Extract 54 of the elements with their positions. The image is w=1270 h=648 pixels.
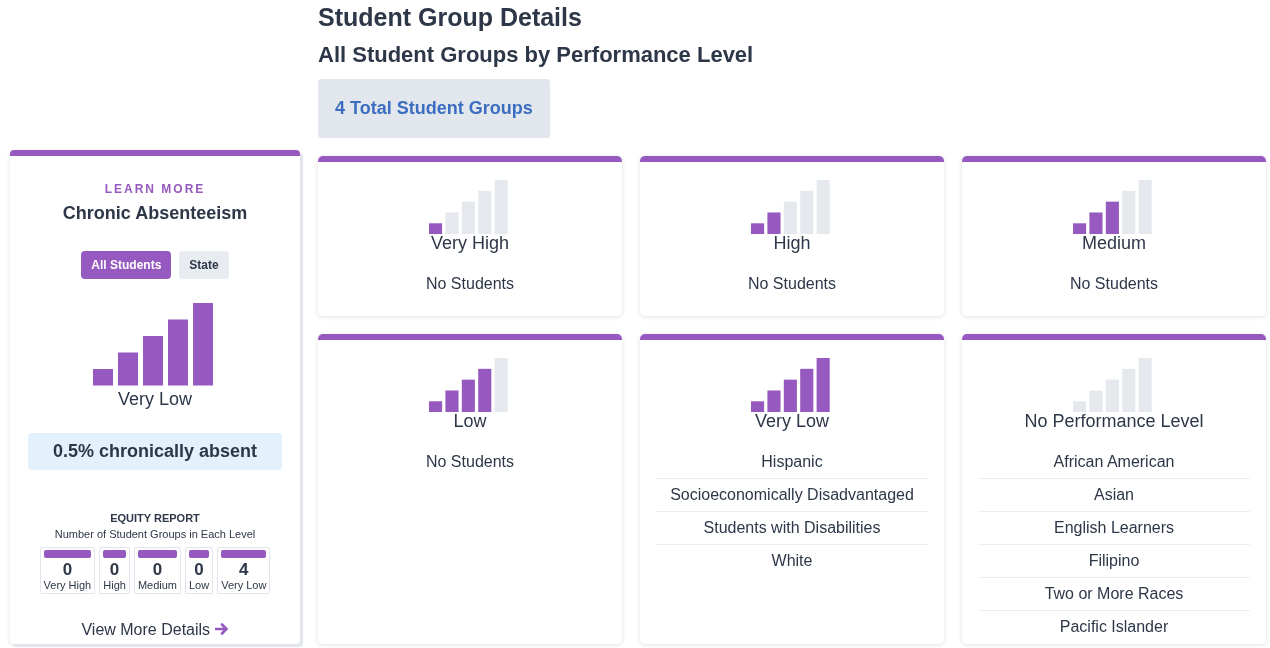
level-label: Very High xyxy=(429,234,510,254)
count-value: 4 xyxy=(238,560,250,580)
empty-message: No Students xyxy=(424,451,516,472)
count-value: 0 xyxy=(151,560,164,580)
student-group-item: English Learners xyxy=(978,511,1250,545)
student-group-item: Socioeconomically Disadvantaged xyxy=(656,478,928,512)
toggle-button[interactable]: State xyxy=(179,251,229,279)
empty-message: No Students xyxy=(424,273,516,294)
level-label: Very Low xyxy=(753,412,830,432)
performance-gauge-icon xyxy=(751,180,833,235)
level-label: High xyxy=(103,579,126,592)
performance-gauge-icon xyxy=(429,180,511,235)
arrow-right-icon xyxy=(214,622,229,637)
details-link[interactable]: View More Details xyxy=(81,621,229,639)
level-label: Medium xyxy=(137,579,177,592)
performance-gauge-icon xyxy=(751,358,833,413)
level-label: Medium xyxy=(1081,234,1147,254)
toggle-button[interactable]: All Students xyxy=(81,251,172,279)
student-group-item: Filipino xyxy=(978,544,1250,578)
count-value: 0 xyxy=(108,560,121,580)
student-group-item: White xyxy=(770,550,814,571)
level-label: Very Low xyxy=(221,579,267,592)
level-bar xyxy=(43,549,92,558)
student-group-item: Two or More Races xyxy=(978,577,1250,611)
level-label: Very Low xyxy=(116,387,193,411)
level-label: Low xyxy=(189,579,210,592)
student-group-item: African American xyxy=(978,445,1250,479)
total-count-banner: 4 Total Student Groups xyxy=(318,79,550,138)
page-title: Student Group Details xyxy=(318,2,583,32)
level-bar xyxy=(221,549,267,558)
performance-gauge-icon xyxy=(1073,358,1155,413)
count-value: 0 xyxy=(193,560,205,580)
section-title: EQUITY REPORT xyxy=(109,510,201,526)
section-subtitle: Number of Student Groups in Each Level xyxy=(53,527,257,542)
student-group-item: Students with Disabilities xyxy=(656,511,928,545)
level-label: Very High xyxy=(43,579,92,592)
level-bar xyxy=(137,549,177,558)
level-label: No Performance Level xyxy=(1023,412,1205,432)
student-group-item: Hispanic xyxy=(656,445,928,479)
performance-gauge-icon xyxy=(429,358,511,413)
student-group-item: Pacific Islander xyxy=(1058,616,1170,637)
eyebrow-label: LEARN MORE xyxy=(103,181,207,198)
level-label: Low xyxy=(452,412,488,432)
level-bar xyxy=(189,549,210,558)
student-group-item: Asian xyxy=(978,478,1250,512)
card-title: Chronic Absenteeism xyxy=(61,202,249,225)
level-label: High xyxy=(772,234,812,254)
empty-message: No Students xyxy=(1068,273,1160,294)
level-bar xyxy=(103,549,126,558)
performance-gauge-icon xyxy=(1073,180,1155,235)
stat-banner: 0.5% chronically absent xyxy=(28,432,282,470)
count-value: 0 xyxy=(61,560,74,580)
empty-message: No Students xyxy=(746,273,838,294)
section-heading: All Student Groups by Performance Level xyxy=(318,41,755,69)
